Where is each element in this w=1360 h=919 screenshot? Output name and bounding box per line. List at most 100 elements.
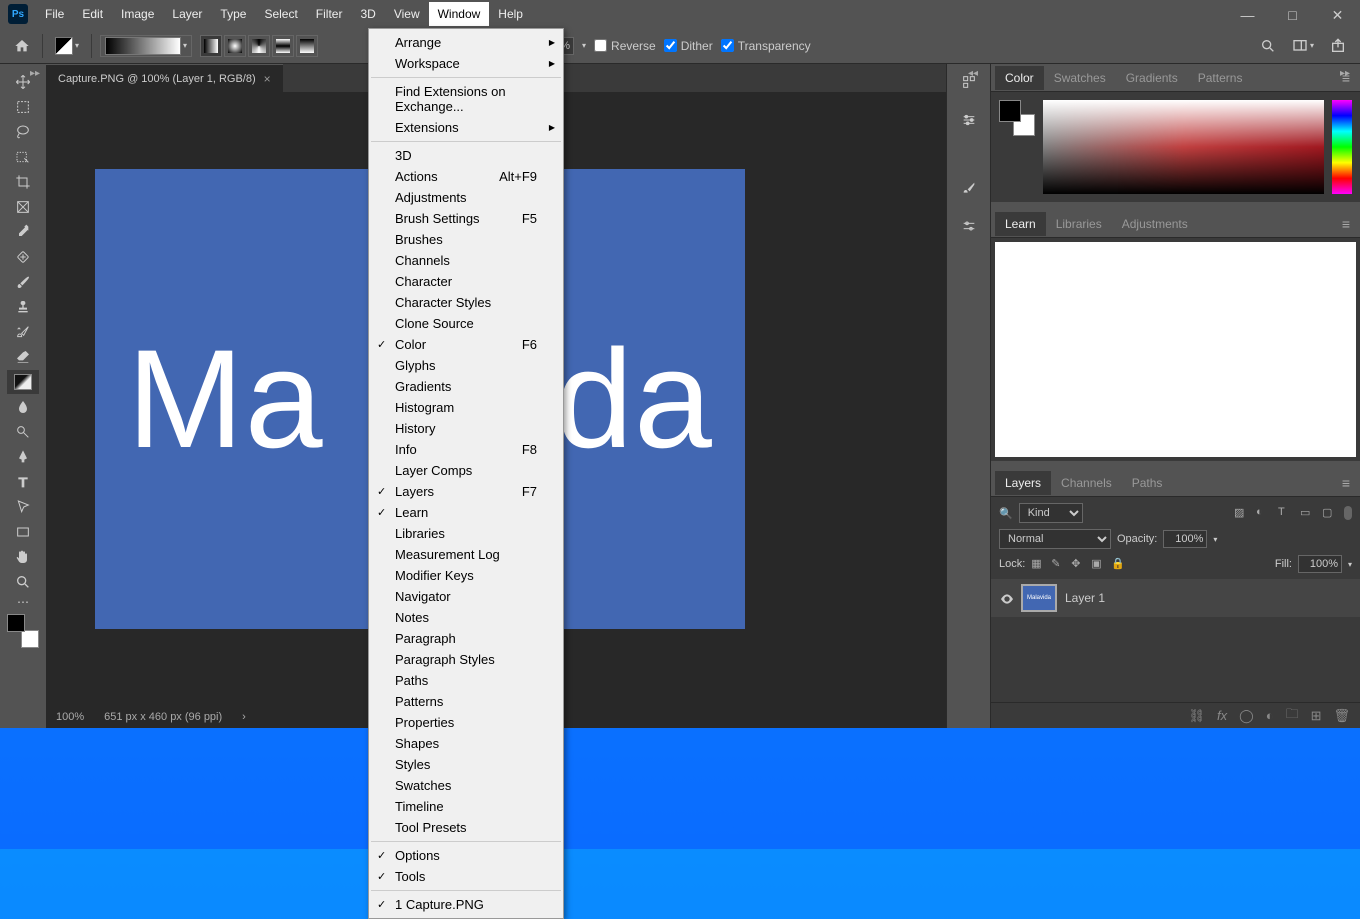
layer-opacity-input[interactable] <box>1163 530 1207 548</box>
doc-dimensions[interactable]: 651 px x 460 px (96 ppi) <box>104 711 222 723</box>
eraser-tool[interactable] <box>7 345 39 369</box>
filter-smart-icon[interactable]: ▢ <box>1322 506 1336 520</box>
tool-preset-icon[interactable]: ▾ <box>51 34 83 58</box>
dodge-tool[interactable] <box>7 420 39 444</box>
tab-color[interactable]: Color <box>995 66 1044 90</box>
menu-item-brushes[interactable]: Brushes <box>369 229 563 250</box>
tab-adjustments[interactable]: Adjustments <box>1112 212 1198 236</box>
adjustment-layer-icon[interactable]: ◐ <box>1266 708 1274 723</box>
menu-item-glyphs[interactable]: Glyphs <box>369 355 563 376</box>
hue-slider[interactable] <box>1332 100 1352 194</box>
group-icon[interactable]: 🗀 <box>1286 705 1299 727</box>
menu-3d[interactable]: 3D <box>351 2 384 26</box>
tab-libraries[interactable]: Libraries <box>1046 212 1112 236</box>
menu-item-extensions[interactable]: Extensions <box>369 117 563 138</box>
crop-tool[interactable] <box>7 170 39 194</box>
menu-help[interactable]: Help <box>489 2 532 26</box>
gradient-picker[interactable]: ▾ <box>100 35 192 57</box>
menu-item-color[interactable]: ColorF6 <box>369 334 563 355</box>
tab-swatches[interactable]: Swatches <box>1044 66 1116 90</box>
tab-patterns[interactable]: Patterns <box>1188 66 1253 90</box>
menu-filter[interactable]: Filter <box>307 2 352 26</box>
brushes-dock-icon[interactable] <box>957 176 981 200</box>
path-selection-tool[interactable] <box>7 495 39 519</box>
menu-item-gradients[interactable]: Gradients <box>369 376 563 397</box>
menu-item-character-styles[interactable]: Character Styles <box>369 292 563 313</box>
layer-filter-select[interactable]: Kind <box>1019 503 1083 523</box>
menu-item-clone-source[interactable]: Clone Source <box>369 313 563 334</box>
menu-item-notes[interactable]: Notes <box>369 607 563 628</box>
layer-fill-input[interactable] <box>1298 555 1342 573</box>
hand-tool[interactable] <box>7 545 39 569</box>
history-brush-tool[interactable] <box>7 320 39 344</box>
menu-item-measurement-log[interactable]: Measurement Log <box>369 544 563 565</box>
lasso-tool[interactable] <box>7 120 39 144</box>
color-spectrum[interactable] <box>1043 100 1324 194</box>
menu-item-channels[interactable]: Channels <box>369 250 563 271</box>
menu-item-properties[interactable]: Properties <box>369 712 563 733</box>
menu-item-history[interactable]: History <box>369 418 563 439</box>
lock-position-icon[interactable]: ✥ <box>1071 557 1085 571</box>
learn-content[interactable] <box>995 242 1356 457</box>
menu-select[interactable]: Select <box>255 2 306 26</box>
menu-item-navigator[interactable]: Navigator <box>369 586 563 607</box>
menu-item-learn[interactable]: Learn <box>369 502 563 523</box>
transparency-checkbox[interactable]: Transparency <box>721 39 811 53</box>
layer-name[interactable]: Layer 1 <box>1065 591 1105 605</box>
marquee-tool[interactable] <box>7 95 39 119</box>
brush-settings-dock-icon[interactable] <box>957 214 981 238</box>
radial-gradient-button[interactable] <box>224 35 246 57</box>
menu-window[interactable]: Window <box>429 2 490 26</box>
menu-item-brush-settings[interactable]: Brush SettingsF5 <box>369 208 563 229</box>
menu-item-paragraph[interactable]: Paragraph <box>369 628 563 649</box>
menu-item-actions[interactable]: ActionsAlt+F9 <box>369 166 563 187</box>
properties-dock-icon[interactable] <box>957 108 981 132</box>
menu-item-arrange[interactable]: Arrange <box>369 32 563 53</box>
visibility-icon[interactable] <box>999 591 1013 605</box>
reverse-checkbox[interactable]: Reverse <box>594 39 656 53</box>
menu-item-adjustments[interactable]: Adjustments <box>369 187 563 208</box>
menu-item-workspace[interactable]: Workspace <box>369 53 563 74</box>
reflected-gradient-button[interactable] <box>272 35 294 57</box>
edit-toolbar-icon[interactable]: ⋯ <box>7 595 39 609</box>
panel-menu-icon[interactable]: ≡ <box>1342 475 1356 491</box>
linear-gradient-button[interactable] <box>200 35 222 57</box>
tab-channels[interactable]: Channels <box>1051 471 1122 495</box>
angle-gradient-button[interactable] <box>248 35 270 57</box>
close-button[interactable]: ✕ <box>1315 0 1360 30</box>
filter-shape-icon[interactable]: ▭ <box>1300 506 1314 520</box>
frame-tool[interactable] <box>7 195 39 219</box>
layer-mask-icon[interactable]: ◯ <box>1239 708 1254 724</box>
minimize-button[interactable]: — <box>1225 0 1270 30</box>
filter-adjust-icon[interactable]: ◐ <box>1256 506 1270 520</box>
menu-file[interactable]: File <box>36 2 73 26</box>
gradient-tool[interactable] <box>7 370 39 394</box>
selection-tool[interactable] <box>7 145 39 169</box>
menu-item-libraries[interactable]: Libraries <box>369 523 563 544</box>
blur-tool[interactable] <box>7 395 39 419</box>
menu-edit[interactable]: Edit <box>73 2 112 26</box>
menu-item-paragraph-styles[interactable]: Paragraph Styles <box>369 649 563 670</box>
home-icon[interactable] <box>10 34 34 58</box>
menu-item-layers[interactable]: LayersF7 <box>369 481 563 502</box>
menu-item-info[interactable]: InfoF8 <box>369 439 563 460</box>
menu-item-layer-comps[interactable]: Layer Comps <box>369 460 563 481</box>
workspace-icon[interactable]: ▾ <box>1288 34 1318 58</box>
menu-item-1-capture-png[interactable]: 1 Capture.PNG <box>369 894 563 915</box>
color-fgbg[interactable] <box>999 100 1035 136</box>
move-tool[interactable] <box>7 70 39 94</box>
maximize-button[interactable]: □ <box>1270 0 1315 30</box>
layer-thumbnail[interactable]: Malavida <box>1021 584 1057 612</box>
tab-learn[interactable]: Learn <box>995 212 1046 236</box>
menu-item-3d[interactable]: 3D <box>369 145 563 166</box>
document-tab[interactable]: Capture.PNG @ 100% (Layer 1, RGB/8)× <box>46 64 283 92</box>
menu-item-swatches[interactable]: Swatches <box>369 775 563 796</box>
collapse-panels-icon[interactable]: ▸▸ <box>1340 68 1350 79</box>
lock-transparency-icon[interactable]: ▦ <box>1031 557 1045 571</box>
lock-artboard-icon[interactable]: ▣ <box>1091 557 1105 571</box>
menu-type[interactable]: Type <box>211 2 255 26</box>
search-icon[interactable] <box>1256 34 1280 58</box>
filter-toggle-icon[interactable] <box>1344 506 1352 520</box>
type-tool[interactable] <box>7 470 39 494</box>
rectangle-tool[interactable] <box>7 520 39 544</box>
